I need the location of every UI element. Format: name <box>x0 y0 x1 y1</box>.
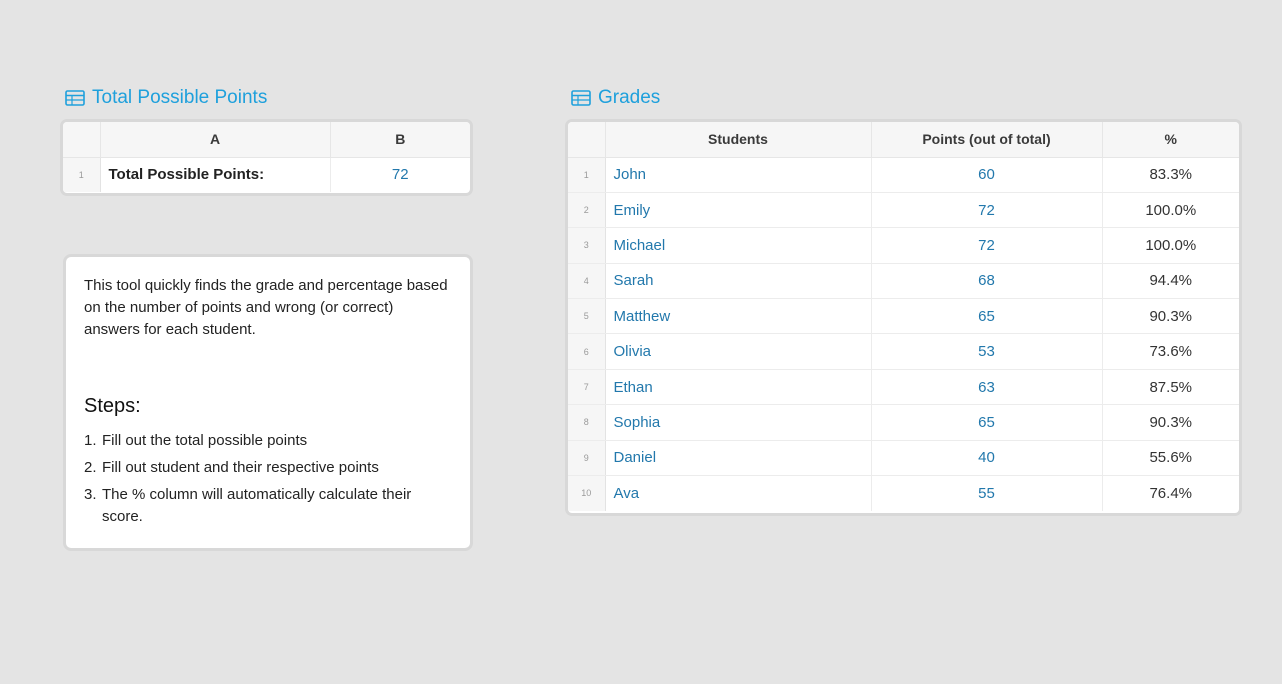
intro-text: This tool quickly finds the grade and pe… <box>84 277 448 338</box>
table-row: 1 John 60 83.3% <box>568 157 1239 193</box>
table-row: 3 Michael 72 100.0% <box>568 227 1239 264</box>
step-number: 3. <box>84 486 97 503</box>
total-block-title-text: Total Possible Points <box>92 87 268 108</box>
percent-cell[interactable]: 76.4% <box>1102 476 1239 511</box>
student-name-cell[interactable]: Daniel <box>605 440 872 477</box>
grades-block-title-text: Grades <box>598 87 661 108</box>
row-number: 7 <box>568 369 606 406</box>
row-number: 8 <box>568 404 606 441</box>
table-row: 10 Ava 55 76.4% <box>568 475 1239 511</box>
row-number: 6 <box>568 333 606 370</box>
total-points-table: A B 1 Total Possible Points: 72 <box>60 119 473 196</box>
points-cell[interactable]: 72 <box>871 227 1103 264</box>
table-row: 9 Daniel 40 55.6% <box>568 440 1239 477</box>
percent-cell[interactable]: 73.6% <box>1102 333 1239 370</box>
points-cell[interactable]: 65 <box>871 298 1103 335</box>
step-number: 2. <box>84 459 97 476</box>
row-number: 10 <box>568 475 606 511</box>
step-item: 1. Fill out the total possible points <box>84 430 452 452</box>
row-number: 2 <box>568 192 606 229</box>
table-row: 7 Ethan 63 87.5% <box>568 369 1239 406</box>
student-name-cell[interactable]: Matthew <box>605 298 872 335</box>
row-number: 3 <box>568 227 606 264</box>
percent-cell[interactable]: 100.0% <box>1102 227 1239 264</box>
table-row: 4 Sarah 68 94.4% <box>568 263 1239 300</box>
percent-cell[interactable]: 83.3% <box>1102 157 1239 193</box>
grades-table: Students Points (out of total) % 1 John 60… <box>565 119 1242 516</box>
student-name-cell[interactable]: John <box>605 157 872 193</box>
row-number: 5 <box>568 298 606 335</box>
percent-cell[interactable]: 90.3% <box>1102 404 1239 441</box>
student-name-cell[interactable]: Ethan <box>605 369 872 406</box>
student-name-cell[interactable]: Sarah <box>605 263 872 300</box>
corner-header <box>568 122 606 158</box>
total-label-cell[interactable]: Total Possible Points: <box>100 157 331 193</box>
points-cell[interactable]: 53 <box>871 333 1103 370</box>
table-row: 2 Emily 72 100.0% <box>568 192 1239 229</box>
total-value-cell[interactable]: 72 <box>330 157 470 192</box>
step-number: 1. <box>84 432 97 449</box>
student-name-cell[interactable]: Michael <box>605 227 872 264</box>
table-row: 1 Total Possible Points: 72 <box>63 157 470 193</box>
student-name-cell[interactable]: Olivia <box>605 333 872 370</box>
student-name-cell[interactable]: Ava <box>605 475 872 511</box>
row-number: 1 <box>568 157 606 193</box>
step-text: Fill out the total possible points <box>102 432 308 449</box>
step-text: The % column will automatically calculat… <box>102 486 412 525</box>
percent-cell[interactable]: 55.6% <box>1102 440 1239 477</box>
step-item: 3. The % column will automatically calcul… <box>84 484 452 528</box>
table-icon <box>65 90 85 106</box>
points-cell[interactable]: 55 <box>871 475 1103 511</box>
column-header-points[interactable]: Points (out of total) <box>871 122 1103 158</box>
row-number: 1 <box>63 157 101 193</box>
total-block-title: Total Possible Points <box>65 87 267 109</box>
points-cell[interactable]: 63 <box>871 369 1103 406</box>
corner-header <box>63 122 101 158</box>
column-header-b[interactable]: B <box>330 122 470 158</box>
table-row: 6 Olivia 53 73.6% <box>568 333 1239 370</box>
points-cell[interactable]: 72 <box>871 192 1103 229</box>
points-cell[interactable]: 60 <box>871 157 1103 193</box>
percent-cell[interactable]: 94.4% <box>1102 263 1239 300</box>
points-cell[interactable]: 65 <box>871 404 1103 441</box>
percent-cell[interactable]: 90.3% <box>1102 298 1239 335</box>
step-text: Fill out student and their respective po… <box>102 459 379 476</box>
column-header-students[interactable]: Students <box>605 122 872 158</box>
points-cell[interactable]: 68 <box>871 263 1103 300</box>
table-row: 5 Matthew 65 90.3% <box>568 298 1239 335</box>
row-number: 9 <box>568 440 606 477</box>
table-row: 8 Sophia 65 90.3% <box>568 404 1239 441</box>
student-name-cell[interactable]: Sophia <box>605 404 872 441</box>
column-header-percent[interactable]: % <box>1102 122 1239 158</box>
steps-list: 1. Fill out the total possible points 2. F… <box>84 430 452 528</box>
table-icon <box>571 90 591 106</box>
steps-heading: Steps: <box>84 395 141 417</box>
percent-cell[interactable]: 100.0% <box>1102 192 1239 229</box>
percent-cell[interactable]: 87.5% <box>1102 369 1239 406</box>
instructions-card: This tool quickly finds the grade and pe… <box>63 254 473 551</box>
step-item: 2. Fill out student and their respective … <box>84 457 452 479</box>
row-number: 4 <box>568 263 606 300</box>
student-name-cell[interactable]: Emily <box>605 192 872 229</box>
points-cell[interactable]: 40 <box>871 440 1103 477</box>
column-header-a[interactable]: A <box>100 122 331 158</box>
grades-block-title: Grades <box>571 87 660 109</box>
